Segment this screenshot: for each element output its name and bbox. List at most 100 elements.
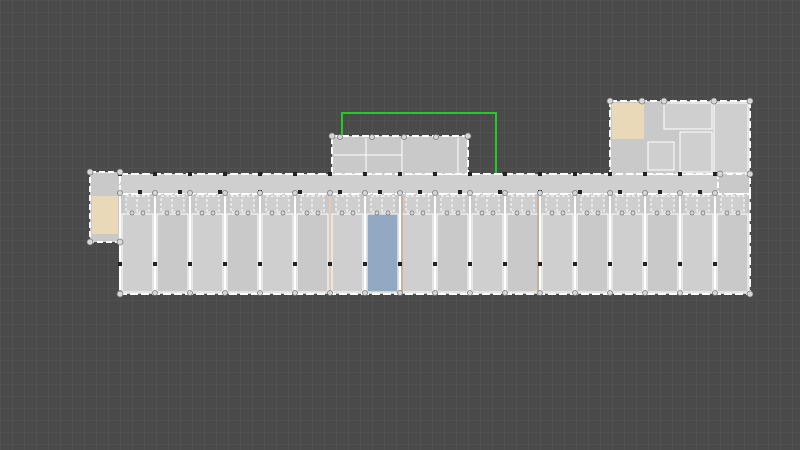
vertex-handle[interactable]: [630, 210, 636, 216]
vertex-handle[interactable]: [140, 210, 146, 216]
vertex-handle[interactable]: [269, 210, 275, 216]
unit-closet[interactable]: [311, 195, 325, 213]
unit-closet[interactable]: [346, 195, 360, 213]
vertex-handle[interactable]: [689, 210, 695, 216]
vertex-handle[interactable]: [677, 290, 683, 296]
vertex-handle[interactable]: [572, 290, 578, 296]
vertex-handle[interactable]: [638, 97, 646, 105]
unit-room[interactable]: [121, 213, 154, 293]
vertex-handle[interactable]: [292, 290, 298, 296]
vertex-handle[interactable]: [257, 190, 263, 196]
vertex-handle[interactable]: [362, 190, 368, 196]
unit-closet[interactable]: [276, 195, 290, 213]
unit-closet[interactable]: [696, 195, 710, 213]
vertex-handle[interactable]: [152, 290, 158, 296]
vertex-handle[interactable]: [677, 190, 683, 196]
vertex-handle[interactable]: [199, 210, 205, 216]
vertex-handle[interactable]: [280, 210, 286, 216]
vertex-handle[interactable]: [479, 210, 485, 216]
vertex-handle[interactable]: [525, 210, 531, 216]
vertex-handle[interactable]: [537, 190, 543, 196]
east-annex-room[interactable]: [647, 141, 675, 171]
unit-closet[interactable]: [381, 195, 395, 213]
vertex-handle[interactable]: [187, 290, 193, 296]
vertex-handle[interactable]: [746, 290, 754, 298]
vertex-handle[interactable]: [292, 190, 298, 196]
vertex-handle[interactable]: [716, 170, 724, 178]
vertex-handle[interactable]: [327, 190, 333, 196]
vertex-handle[interactable]: [514, 210, 520, 216]
vertex-handle[interactable]: [584, 210, 590, 216]
unit-room[interactable]: [226, 213, 259, 293]
unit-room[interactable]: [436, 213, 469, 293]
vertex-handle[interactable]: [549, 210, 555, 216]
vertex-handle[interactable]: [746, 170, 754, 178]
vertex-handle[interactable]: [369, 134, 375, 140]
vertex-handle[interactable]: [572, 190, 578, 196]
vertex-handle[interactable]: [712, 290, 718, 296]
unit-closet[interactable]: [591, 195, 605, 213]
east-annex-room[interactable]: [679, 131, 713, 173]
vertex-handle[interactable]: [467, 290, 473, 296]
unit-room[interactable]: [576, 213, 609, 293]
vertex-handle[interactable]: [724, 210, 730, 216]
vertex-handle[interactable]: [455, 210, 461, 216]
vertex-handle[interactable]: [502, 190, 508, 196]
vertex-handle[interactable]: [746, 97, 754, 105]
vertex-handle[interactable]: [502, 290, 508, 296]
vertex-handle[interactable]: [409, 210, 415, 216]
vertex-handle[interactable]: [490, 210, 496, 216]
vertex-handle[interactable]: [397, 290, 403, 296]
unit-room[interactable]: [296, 213, 329, 293]
vertex-handle[interactable]: [116, 168, 124, 176]
unit-closet[interactable]: [206, 195, 220, 213]
vertex-handle[interactable]: [397, 190, 403, 196]
vertex-handle[interactable]: [432, 190, 438, 196]
unit-closet[interactable]: [521, 195, 535, 213]
vertex-handle[interactable]: [129, 210, 135, 216]
vertex-handle[interactable]: [234, 210, 240, 216]
vertex-handle[interactable]: [328, 132, 336, 140]
vertex-handle[interactable]: [337, 134, 343, 140]
unit-closet[interactable]: [451, 195, 465, 213]
vertex-handle[interactable]: [385, 210, 391, 216]
vertex-handle[interactable]: [362, 290, 368, 296]
unit-room[interactable]: [611, 213, 644, 293]
vertex-handle[interactable]: [432, 290, 438, 296]
vertex-handle[interactable]: [665, 210, 671, 216]
vertex-handle[interactable]: [222, 190, 228, 196]
vertex-handle[interactable]: [660, 97, 668, 105]
vertex-handle[interactable]: [257, 290, 263, 296]
vertex-handle[interactable]: [117, 190, 123, 196]
unit-room[interactable]: [646, 213, 679, 293]
unit-closet[interactable]: [241, 195, 255, 213]
vertex-handle[interactable]: [607, 290, 613, 296]
unit-closet[interactable]: [136, 195, 150, 213]
vertex-handle[interactable]: [374, 210, 380, 216]
unit-closet[interactable]: [626, 195, 640, 213]
vertex-handle[interactable]: [444, 210, 450, 216]
unit-closet[interactable]: [171, 195, 185, 213]
vertex-handle[interactable]: [116, 290, 124, 298]
vertex-handle[interactable]: [339, 210, 345, 216]
vertex-handle[interactable]: [327, 290, 333, 296]
east-annex-room[interactable]: [713, 102, 749, 174]
vertex-handle[interactable]: [712, 190, 718, 196]
vertex-handle[interactable]: [304, 210, 310, 216]
vertex-handle[interactable]: [606, 97, 614, 105]
vertex-handle[interactable]: [164, 210, 170, 216]
unit-room[interactable]: [401, 213, 434, 293]
vertex-handle[interactable]: [464, 132, 472, 140]
unit-room[interactable]: [681, 213, 714, 293]
vertex-handle[interactable]: [595, 210, 601, 216]
unit-room[interactable]: [471, 213, 504, 293]
unit-closet[interactable]: [416, 195, 430, 213]
vertex-handle[interactable]: [560, 210, 566, 216]
left-stair-room[interactable]: [92, 196, 118, 234]
selected-unit-room[interactable]: [366, 213, 399, 293]
vertex-handle[interactable]: [86, 168, 94, 176]
vertex-handle[interactable]: [116, 238, 124, 246]
unit-room[interactable]: [716, 213, 749, 293]
vertex-handle[interactable]: [86, 238, 94, 246]
east-annex-lower[interactable]: [717, 173, 751, 195]
